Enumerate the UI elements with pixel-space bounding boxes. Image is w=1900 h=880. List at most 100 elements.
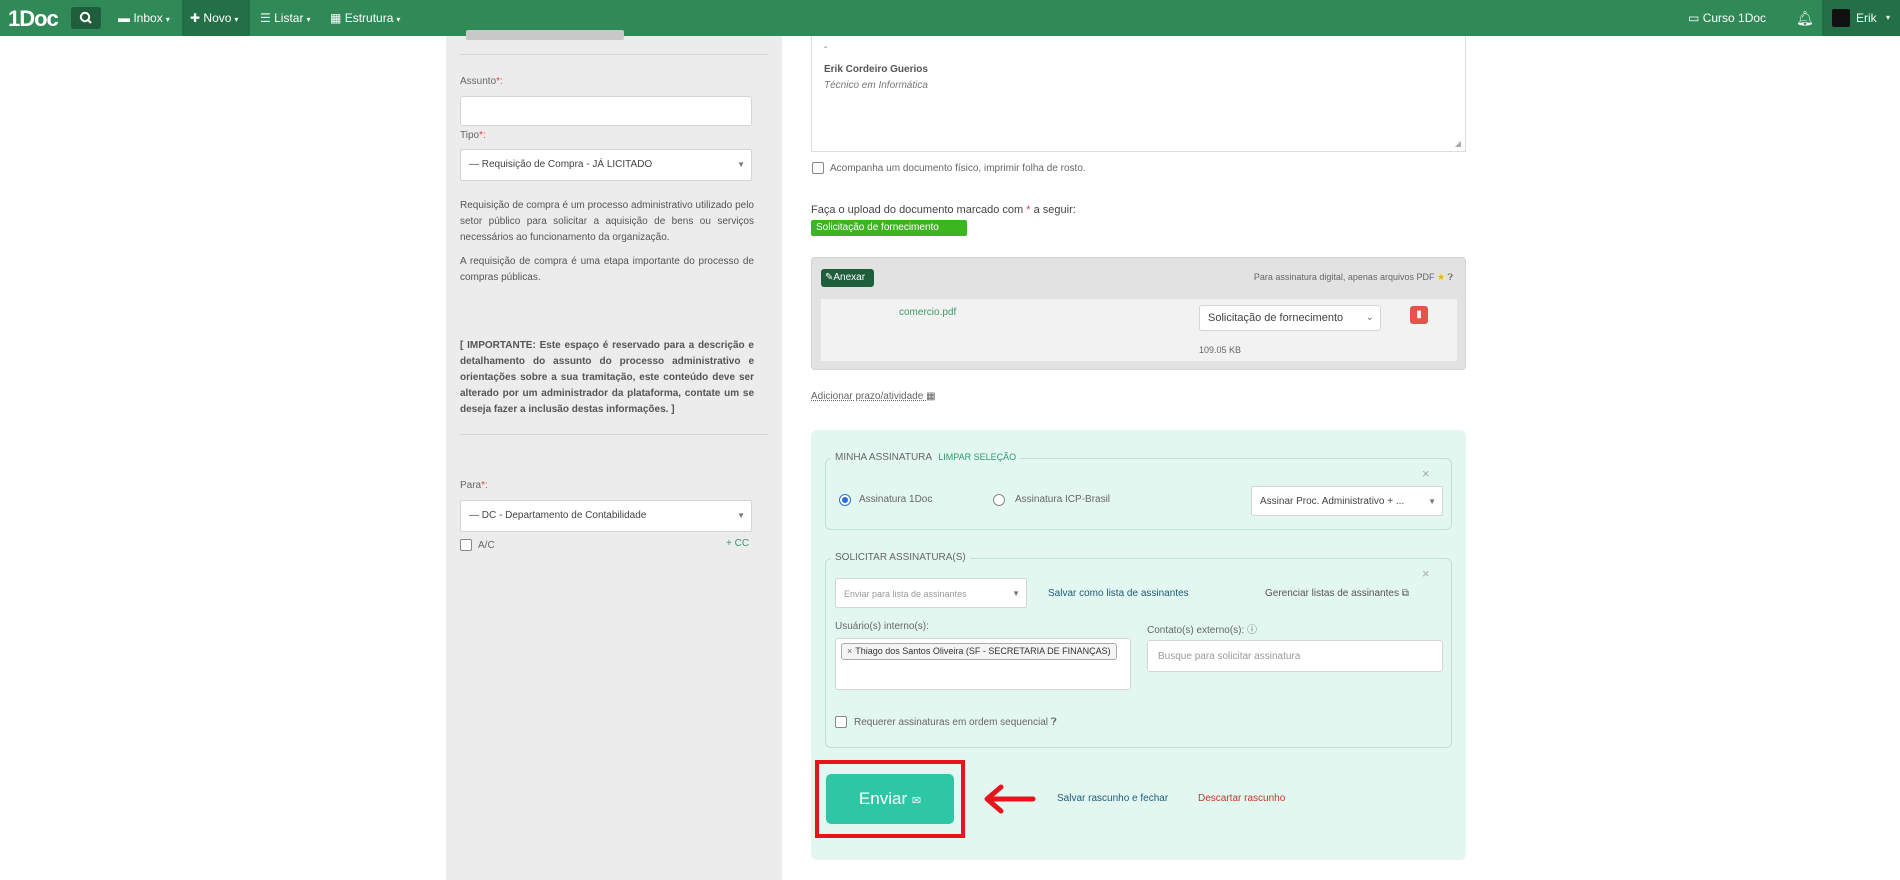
remove-tag-icon[interactable]: × xyxy=(847,646,852,656)
cut-off-button[interactable] xyxy=(466,30,624,40)
important-note: [ IMPORTANTE: Este espaço é reservado pa… xyxy=(460,340,754,415)
anexar-button[interactable]: ✎Anexar xyxy=(821,269,874,287)
add-cc-link[interactable]: + CC xyxy=(726,538,749,549)
signer-list-placeholder: Enviar para lista de assinantes xyxy=(844,589,967,599)
resize-handle-icon[interactable]: ◢ xyxy=(1455,139,1461,148)
sequential-label: Requerer assinaturas em ordem sequencial… xyxy=(854,717,1057,728)
radio-icp-label: Assinatura ICP-Brasil xyxy=(1015,494,1111,505)
bell-icon[interactable]: 🔔︎ xyxy=(1788,0,1822,36)
external-contacts-placeholder: Busque para solicitar assinatura xyxy=(1158,651,1301,662)
divider xyxy=(460,434,768,435)
radio-1doc-label: Assinatura 1Doc xyxy=(859,494,933,505)
chevron-down-icon: ▾ xyxy=(165,15,170,24)
chevron-down-icon: ▾ xyxy=(234,15,239,24)
para-select-value: — DC - Departamento de Contabilidade xyxy=(469,510,647,521)
internal-users-label: Usuário(s) interno(s): xyxy=(835,621,929,632)
help-icon: ❓︎ xyxy=(1447,272,1453,282)
search-button[interactable] xyxy=(71,7,101,29)
chevron-down-icon: ▾ xyxy=(396,15,401,24)
signature-name: Erik Cordeiro Guerios xyxy=(824,64,928,75)
caret-down-icon: ▼ xyxy=(1012,589,1020,598)
internal-users-input[interactable]: × Thiago dos Santos Oliveira (SF - SECRET… xyxy=(835,638,1131,690)
file-type-select[interactable]: Solicitação de fornecimento ⌄ xyxy=(1199,305,1381,331)
file-type-value: Solicitação de fornecimento xyxy=(1208,312,1344,324)
avatar xyxy=(1832,9,1850,27)
upload-required-tag: Solicitação de fornecimento xyxy=(811,220,967,236)
nav-novo[interactable]: ✚ Novo ▾ xyxy=(182,0,250,36)
enviar-button[interactable]: Enviar ✉ xyxy=(826,774,954,824)
envelope-icon: ✉ xyxy=(911,795,922,807)
nav-inbox-label: Inbox xyxy=(133,11,163,25)
chevron-down-icon: ▾ xyxy=(1886,13,1891,22)
internal-user-tag: × Thiago dos Santos Oliveira (SF - SECRET… xyxy=(841,643,1117,660)
caret-down-icon: ▼ xyxy=(1428,497,1436,506)
nav-curso-label: Curso 1Doc xyxy=(1702,11,1767,25)
assunto-label: Assunto*: xyxy=(460,76,503,87)
enviar-label: Enviar xyxy=(858,789,908,808)
external-link-icon: ⧉ xyxy=(1401,588,1409,599)
message-editor[interactable]: - Erik Cordeiro Guerios Técnico em Infor… xyxy=(811,36,1466,152)
signature-role: Técnico em Informática xyxy=(824,80,928,91)
request-signature-legend: SOLICITAR ASSINATURA(S) xyxy=(831,552,970,563)
divider xyxy=(460,54,768,55)
nav-curso[interactable]: ▭ Curso 1Doc xyxy=(1680,0,1774,36)
physical-doc-label: Acompanha um documento físico, imprimir … xyxy=(830,163,1086,174)
tipo-description: Requisição de compra é um processo admin… xyxy=(460,200,754,243)
nav-inbox[interactable]: ▬ Inbox ▾ xyxy=(110,0,178,36)
para-select[interactable]: — DC - Departamento de Contabilidade ▼ xyxy=(460,500,752,532)
building-icon: ▦ xyxy=(330,11,342,25)
ac-checkbox[interactable] xyxy=(460,539,472,551)
user-name: Erik xyxy=(1856,11,1877,25)
close-icon[interactable]: × xyxy=(1422,566,1430,581)
tipo-select[interactable]: — Requisição de Compra - JÁ LICITADO ▼ xyxy=(460,149,752,181)
save-signer-list-link[interactable]: Salvar como lista de assinantes xyxy=(1048,588,1189,599)
laptop-icon: ▭ xyxy=(1688,11,1700,25)
close-icon[interactable]: × xyxy=(1422,466,1430,481)
ac-label: A/C xyxy=(478,540,495,551)
delete-file-button[interactable]: ▮ xyxy=(1410,306,1428,324)
signer-list-select[interactable]: Enviar para lista de assinantes ▼ xyxy=(835,578,1027,608)
clear-selection-link[interactable]: LIMPAR SELEÇÃO xyxy=(938,452,1016,462)
external-contacts-input[interactable]: Busque para solicitar assinatura xyxy=(1147,640,1443,672)
sign-mode-select[interactable]: Assinar Proc. Administrativo + ... ▼ xyxy=(1251,486,1443,516)
upload-prompt: Faça o upload do documento marcado com *… xyxy=(811,204,1076,216)
para-label: Para*: xyxy=(460,480,488,491)
search-icon xyxy=(79,11,92,24)
discard-draft-link[interactable]: Descartar rascunho xyxy=(1198,793,1285,804)
signature-area: MINHA ASSINATURA LIMPAR SELEÇÃO × Assina… xyxy=(811,430,1466,860)
radio-icp-brasil[interactable] xyxy=(993,494,1005,506)
sign-mode-value: Assinar Proc. Administrativo + ... xyxy=(1260,496,1405,507)
chevron-down-icon: ⌄ xyxy=(1365,312,1374,323)
nav-listar[interactable]: ☰ Listar ▾ xyxy=(252,0,318,36)
upload-box: ✎Anexar Para assinatura digital, apenas … xyxy=(811,257,1466,370)
nav-novo-label: Novo xyxy=(203,11,232,25)
tipo-select-value: — Requisição de Compra - JÁ LICITADO xyxy=(469,159,653,170)
tipo-label: Tipo*: xyxy=(460,130,486,141)
user-menu[interactable]: Erik ▾ xyxy=(1822,0,1900,36)
sequential-checkbox[interactable] xyxy=(835,716,847,728)
assunto-input[interactable] xyxy=(460,96,752,126)
nav-listar-label: Listar xyxy=(274,11,304,25)
save-draft-link[interactable]: Salvar rascunho e fechar xyxy=(1057,793,1168,804)
inbox-icon: ▬ xyxy=(118,11,130,25)
plus-icon: ✚ xyxy=(190,11,201,25)
nav-estrutura[interactable]: ▦ Estrutura ▾ xyxy=(322,0,408,36)
add-deadline-link[interactable]: Adicionar prazo/atividade ▦ xyxy=(811,391,936,402)
list-icon: ☰ xyxy=(260,11,271,25)
info-icon: ⓘ xyxy=(1247,625,1258,636)
arrow-left-icon xyxy=(984,784,1036,814)
editor-dash: - xyxy=(824,42,828,53)
pdf-hint: Para assinatura digital, apenas arquivos… xyxy=(1253,272,1453,282)
radio-1doc[interactable] xyxy=(839,494,851,506)
external-contacts-label: Contato(s) externo(s): ⓘ xyxy=(1147,625,1258,636)
file-name-link[interactable]: comercio.pdf xyxy=(899,307,956,318)
caret-down-icon: ▼ xyxy=(737,160,745,169)
physical-doc-checkbox[interactable] xyxy=(812,162,824,174)
nav-estrutura-label: Estrutura xyxy=(344,11,394,25)
left-panel: Assunto*: Tipo*: — Requisição de Compra … xyxy=(446,30,782,880)
app-logo[interactable]: 1Doc xyxy=(8,6,59,32)
manage-lists-link[interactable]: Gerenciar listas de assinantes ⧉ xyxy=(1265,588,1409,599)
file-row: comercio.pdf Solicitação de fornecimento… xyxy=(821,299,1457,361)
top-navbar: 1Doc ▬ Inbox ▾ ✚ Novo ▾ ☰ Listar ▾ ▦ Estrut… xyxy=(0,0,1900,36)
star-icon: ★ xyxy=(1436,272,1446,282)
